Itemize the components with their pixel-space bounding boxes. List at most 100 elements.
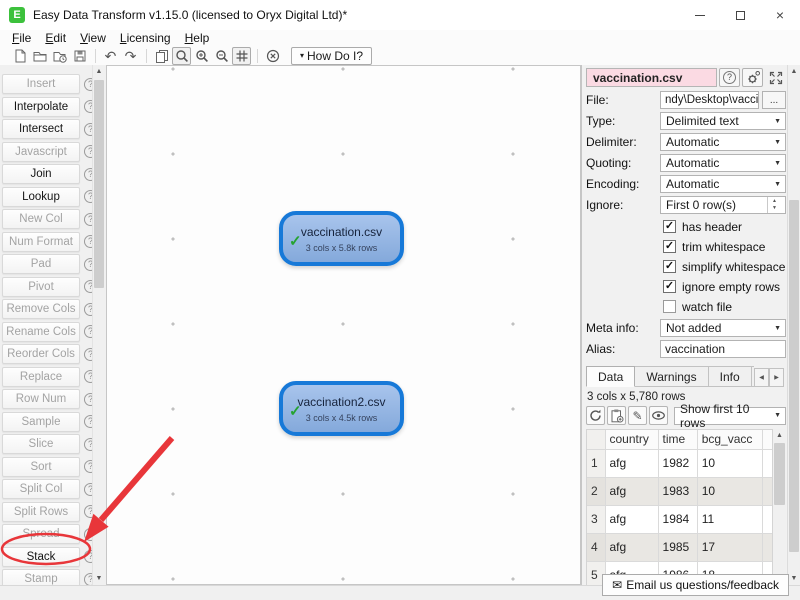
- maximize-button[interactable]: [720, 0, 760, 30]
- sidebar-item-join[interactable]: Join: [2, 164, 80, 184]
- menu-view[interactable]: View: [73, 30, 113, 46]
- browse-file-button[interactable]: ...: [762, 91, 786, 109]
- cell[interactable]: 11: [697, 505, 762, 533]
- quoting-dropdown[interactable]: Automatic▼: [660, 154, 786, 172]
- panel-scrollbar[interactable]: ▲ ▼: [787, 65, 800, 585]
- zoom-in-button[interactable]: [192, 47, 211, 65]
- toggle-grid-button[interactable]: [232, 47, 251, 65]
- email-feedback-button[interactable]: ✉ Email us questions/feedback: [602, 574, 789, 596]
- sidebar-item-rename-cols[interactable]: Rename Cols: [2, 322, 80, 342]
- scroll-down-icon[interactable]: ▼: [788, 572, 800, 585]
- sidebar-item-remove-cols[interactable]: Remove Cols: [2, 299, 80, 319]
- sidebar-item-sample[interactable]: Sample: [2, 412, 80, 432]
- sidebar-item-num-format[interactable]: Num Format: [2, 232, 80, 252]
- cell[interactable]: afg: [605, 505, 658, 533]
- how-do-i-button[interactable]: ▾ How Do I?: [291, 47, 372, 65]
- scroll-up-icon[interactable]: ▲: [93, 65, 105, 78]
- spin-down-icon[interactable]: ▼: [772, 205, 777, 212]
- undo-button[interactable]: ↶: [101, 47, 120, 65]
- redo-button[interactable]: ↷: [121, 47, 140, 65]
- cell[interactable]: 1985: [658, 533, 697, 561]
- menu-help[interactable]: Help: [178, 30, 217, 46]
- sidebar-item-stamp[interactable]: Stamp: [2, 569, 80, 585]
- cell[interactable]: 17: [697, 533, 762, 561]
- scroll-up-icon[interactable]: ▲: [773, 429, 786, 442]
- scroll-up-icon[interactable]: ▲: [788, 65, 800, 78]
- ignore-rows-spinner[interactable]: First 0 row(s) ▲▼: [660, 196, 786, 214]
- panel-help-button[interactable]: ?: [719, 68, 740, 87]
- tab-warnings[interactable]: Warnings: [635, 366, 708, 387]
- panel-settings-button[interactable]: [742, 68, 763, 87]
- checkbox-has-header[interactable]: ✓has header: [663, 217, 786, 236]
- checkbox-trim-whitespace[interactable]: ✓trim whitespace: [663, 237, 786, 256]
- sidebar-item-stack[interactable]: Stack: [2, 547, 80, 567]
- cell[interactable]: 1983: [658, 477, 697, 505]
- column-header-country[interactable]: country: [605, 430, 658, 449]
- close-button[interactable]: ×: [760, 0, 800, 30]
- menu-edit[interactable]: Edit: [38, 30, 73, 46]
- scrollbar-thumb[interactable]: [789, 200, 799, 552]
- show-rows-dropdown[interactable]: Show first 10 rows▼: [674, 407, 786, 425]
- sidebar-item-new-col[interactable]: New Col: [2, 209, 80, 229]
- sidebar-item-row-num[interactable]: Row Num: [2, 389, 80, 409]
- tab-data[interactable]: Data: [586, 366, 635, 387]
- scroll-down-icon[interactable]: ▼: [93, 572, 105, 585]
- tab-scroll-left-button[interactable]: ◀: [754, 368, 769, 387]
- file-path-input[interactable]: ndy\Desktop\vaccination.csv: [660, 91, 759, 109]
- new-project-button[interactable]: [10, 47, 29, 65]
- panel-expand-button[interactable]: [765, 68, 786, 87]
- open-project-button[interactable]: [30, 47, 49, 65]
- sidebar-item-pivot[interactable]: Pivot: [2, 277, 80, 297]
- copy-data-button[interactable]: [607, 406, 626, 425]
- node-vaccination2-csv[interactable]: ✓ vaccination2.csv 3 cols x 4.5k rows: [279, 381, 404, 436]
- sidebar-item-replace[interactable]: Replace: [2, 367, 80, 387]
- sidebar-item-lookup[interactable]: Lookup: [2, 187, 80, 207]
- cancel-button[interactable]: [263, 47, 282, 65]
- delimiter-dropdown[interactable]: Automatic▼: [660, 133, 786, 151]
- spin-up-icon[interactable]: ▲: [772, 198, 777, 205]
- menu-licensing[interactable]: Licensing: [113, 30, 178, 46]
- checkbox-ignore-empty-rows[interactable]: ✓ignore empty rows: [663, 277, 786, 296]
- type-dropdown[interactable]: Delimited text▼: [660, 112, 786, 130]
- spinner-buttons[interactable]: ▲▼: [767, 197, 781, 213]
- sidebar-item-reorder-cols[interactable]: Reorder Cols: [2, 344, 80, 364]
- cell[interactable]: afg: [605, 533, 658, 561]
- zoom-mode-button[interactable]: [172, 47, 191, 65]
- sidebar-item-spread[interactable]: Spread: [2, 524, 80, 544]
- sidebar-item-interpolate[interactable]: Interpolate: [2, 97, 80, 117]
- checkbox-watch-file[interactable]: watch file: [663, 297, 786, 316]
- node-name-field[interactable]: vaccination.csv: [586, 68, 717, 87]
- node-vaccination-csv[interactable]: ✓ vaccination.csv 3 cols x 5.8k rows: [279, 211, 404, 266]
- cell[interactable]: 1984: [658, 505, 697, 533]
- minimize-button[interactable]: [680, 0, 720, 30]
- cell[interactable]: 1982: [658, 449, 697, 477]
- sidebar-scrollbar[interactable]: ▲ ▼: [92, 65, 105, 585]
- sidebar-item-javascript[interactable]: Javascript: [2, 142, 80, 162]
- zoom-out-button[interactable]: [212, 47, 231, 65]
- sidebar-item-split-rows[interactable]: Split Rows: [2, 502, 80, 522]
- sidebar-item-pad[interactable]: Pad: [2, 254, 80, 274]
- sidebar-item-slice[interactable]: Slice: [2, 434, 80, 454]
- checkbox-simplify-whitespace[interactable]: ✓simplify whitespace: [663, 257, 786, 276]
- column-header-time[interactable]: time: [658, 430, 697, 449]
- duplicate-button[interactable]: [152, 47, 171, 65]
- refresh-button[interactable]: [586, 406, 605, 425]
- sidebar-item-insert[interactable]: Insert: [2, 74, 80, 94]
- cell[interactable]: 10: [697, 477, 762, 505]
- open-recent-button[interactable]: [50, 47, 69, 65]
- cell[interactable]: 10: [697, 449, 762, 477]
- flow-canvas[interactable]: ✓ vaccination.csv 3 cols x 5.8k rows ✓ v…: [106, 65, 581, 585]
- scrollbar-thumb[interactable]: [94, 80, 104, 288]
- encoding-dropdown[interactable]: Automatic▼: [660, 175, 786, 193]
- menu-file[interactable]: File: [5, 30, 38, 46]
- edit-data-button[interactable]: ✎: [628, 406, 647, 425]
- save-button[interactable]: [70, 47, 89, 65]
- sidebar-item-split-col[interactable]: Split Col: [2, 479, 80, 499]
- tab-info[interactable]: Info: [709, 366, 752, 387]
- preview-button[interactable]: [649, 406, 668, 425]
- cell[interactable]: afg: [605, 477, 658, 505]
- tab-scroll-right-button[interactable]: ▶: [769, 368, 784, 387]
- table-scrollbar[interactable]: ▲ ▼: [773, 429, 786, 585]
- meta-info-dropdown[interactable]: Not added▼: [660, 319, 786, 337]
- sidebar-item-intersect[interactable]: Intersect: [2, 119, 80, 139]
